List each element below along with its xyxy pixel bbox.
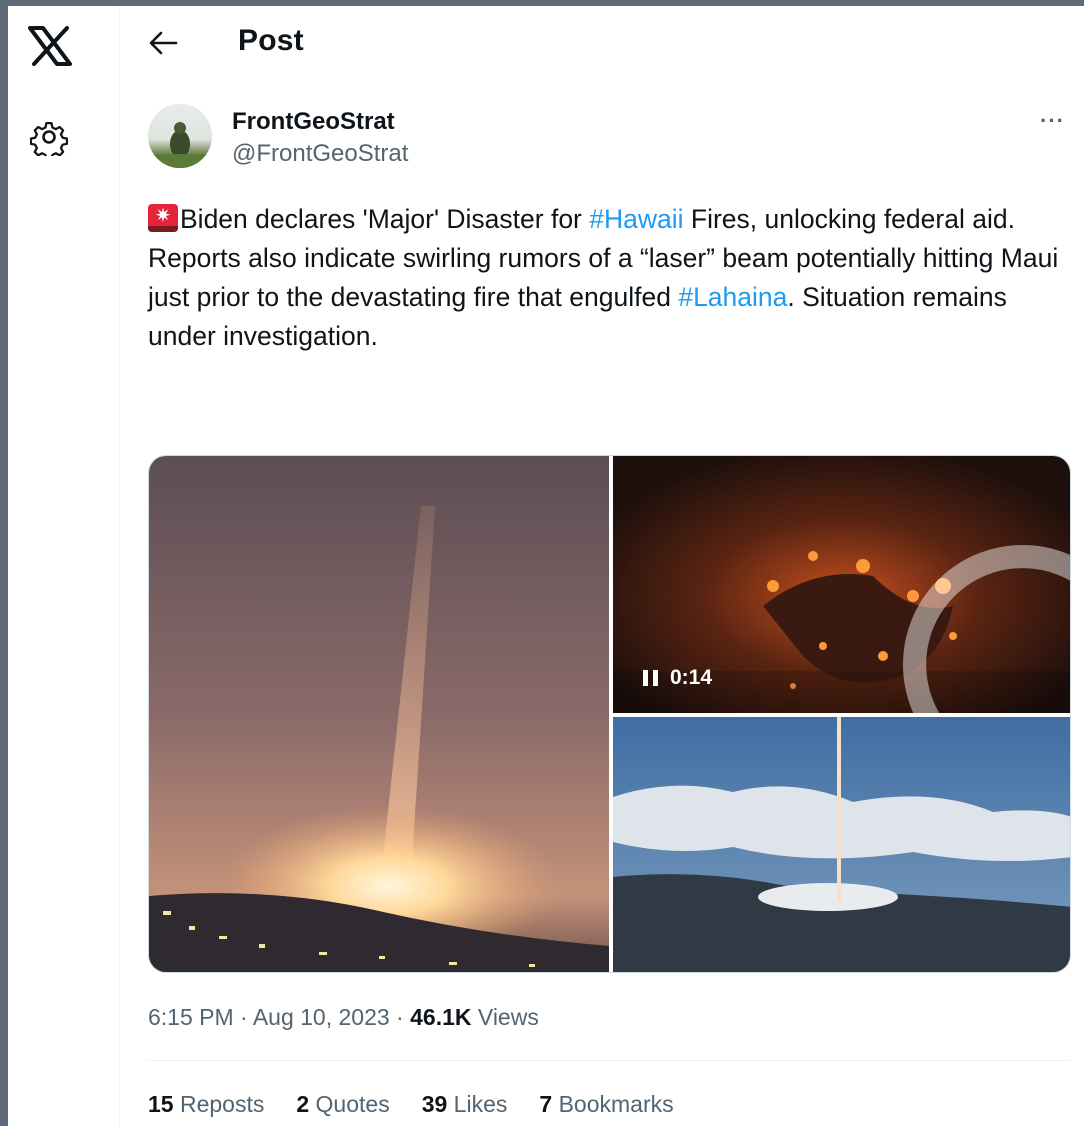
x-logo-icon[interactable]	[28, 26, 72, 66]
left-nav-rail	[8, 6, 120, 1126]
bookmarks-stat[interactable]: 7 Bookmarks	[539, 1091, 673, 1118]
hashtag-lahaina[interactable]: #Lahaina	[678, 282, 787, 312]
loading-spinner-icon	[903, 545, 1070, 713]
page-title: Post	[238, 24, 304, 57]
post-header: Post	[120, 6, 1084, 78]
views-count: 46.1K	[410, 1004, 472, 1030]
meta-separator: ·	[233, 1004, 253, 1030]
post-text-part-1: Biden declares 'Major' Disaster for	[180, 204, 590, 234]
meta-separator: ·	[389, 1004, 411, 1030]
photo-beam-hill[interactable]	[613, 717, 1070, 972]
user-handle[interactable]: @FrontGeoStrat	[232, 140, 408, 168]
media-grid: 0:14	[148, 455, 1071, 973]
video-fire-aerial[interactable]: 0:14	[613, 456, 1070, 713]
post-meta: 6:15 PM · Aug 10, 2023 · 46.1K Views	[148, 1004, 539, 1031]
siren-icon: ✷	[148, 204, 178, 232]
post-date[interactable]: Aug 10, 2023	[253, 1004, 390, 1030]
quotes-stat[interactable]: 2 Quotes	[296, 1091, 389, 1118]
pause-icon[interactable]	[643, 670, 658, 686]
reposts-stat[interactable]: 15 Reposts	[148, 1091, 264, 1118]
post-text: ✷ Biden declares 'Major' Disaster for #Ha…	[148, 200, 1068, 356]
gear-icon[interactable]	[30, 118, 68, 156]
more-icon[interactable]: ···	[1040, 108, 1065, 134]
avatar[interactable]	[148, 104, 212, 168]
video-duration: 0:14	[670, 666, 713, 689]
photo-light-beam[interactable]	[149, 456, 609, 972]
engagement-stats: 15 Reposts 2 Quotes 39 Likes 7 Bookmarks	[148, 1091, 674, 1118]
video-duration-badge[interactable]: 0:14	[633, 662, 722, 694]
divider	[148, 1060, 1071, 1061]
post-time[interactable]: 6:15 PM	[148, 1004, 234, 1030]
views-label: Views	[471, 1004, 539, 1030]
hashtag-hawaii[interactable]: #Hawaii	[589, 204, 683, 234]
display-name[interactable]: FrontGeoStrat	[232, 108, 395, 136]
back-arrow-icon[interactable]	[148, 30, 178, 56]
likes-stat[interactable]: 39 Likes	[422, 1091, 508, 1118]
